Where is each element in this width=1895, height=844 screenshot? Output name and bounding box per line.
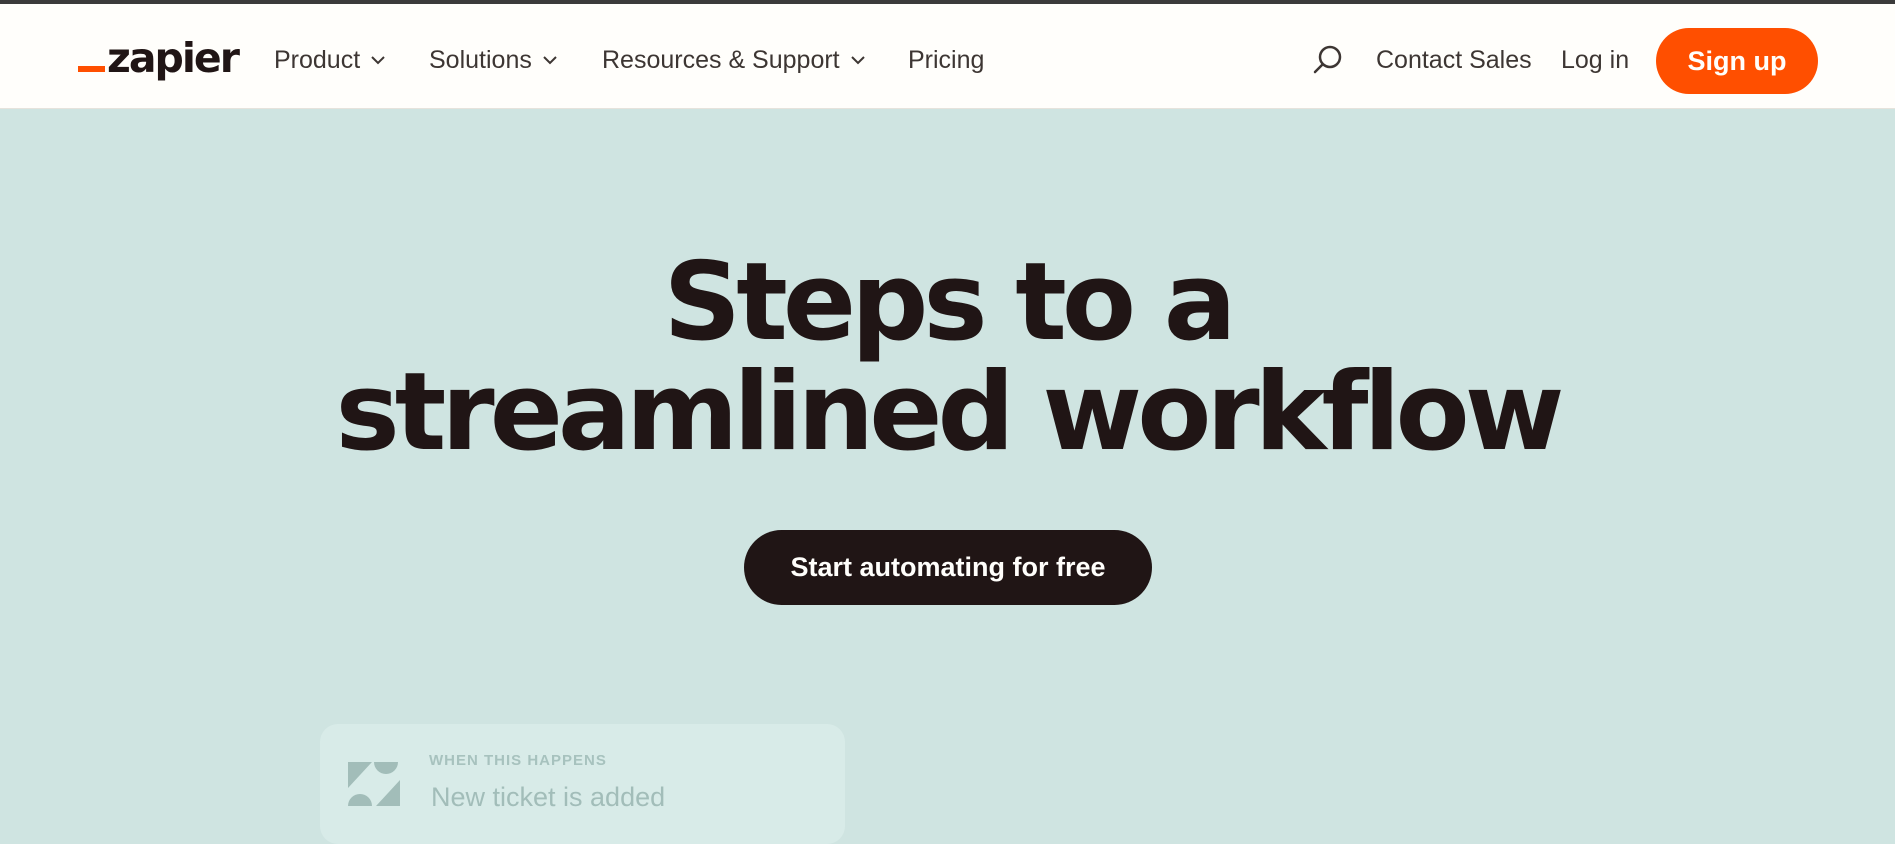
nav-solutions[interactable]: Solutions (429, 40, 558, 80)
nav-product[interactable]: Product (274, 40, 386, 80)
zendesk-icon (348, 762, 400, 806)
log-in-label: Log in (1561, 45, 1630, 74)
nav-pricing[interactable]: Pricing (908, 40, 984, 80)
trigger-card-value: New ticket is added (431, 782, 666, 812)
sign-up-button[interactable]: Sign up (1656, 28, 1818, 94)
contact-sales-label: Contact Sales (1376, 45, 1532, 74)
search-icon[interactable] (1310, 42, 1346, 78)
log-in-link[interactable]: Log in (1561, 40, 1629, 80)
contact-sales-link[interactable]: Contact Sales (1376, 40, 1532, 80)
nav-resources-label: Resources & Support (602, 45, 840, 74)
chevron-down-icon (850, 54, 866, 66)
nav-pricing-label: Pricing (908, 45, 985, 74)
logo-underscore-mark (78, 66, 105, 72)
nav-solutions-label: Solutions (429, 45, 532, 74)
trigger-card-label: WHEN THIS HAPPENS (429, 752, 607, 769)
chevron-down-icon (542, 54, 558, 66)
hero-title-line-1: Steps to a (663, 240, 1236, 365)
nav-resources-support[interactable]: Resources & Support (602, 40, 866, 80)
top-navbar: zapier Product Solutions Resources & Sup… (0, 4, 1895, 109)
nav-product-label: Product (274, 45, 361, 74)
logo-text: zapier (107, 34, 240, 82)
chevron-down-icon (370, 54, 386, 66)
start-automating-button[interactable]: Start automating for free (744, 530, 1152, 605)
zapier-logo[interactable]: zapier (78, 32, 240, 84)
hero-title: Steps to a streamlined workflow (0, 248, 1895, 468)
trigger-card[interactable]: WHEN THIS HAPPENS New ticket is added (320, 724, 845, 844)
hero-title-line-2: streamlined workflow (335, 350, 1565, 475)
